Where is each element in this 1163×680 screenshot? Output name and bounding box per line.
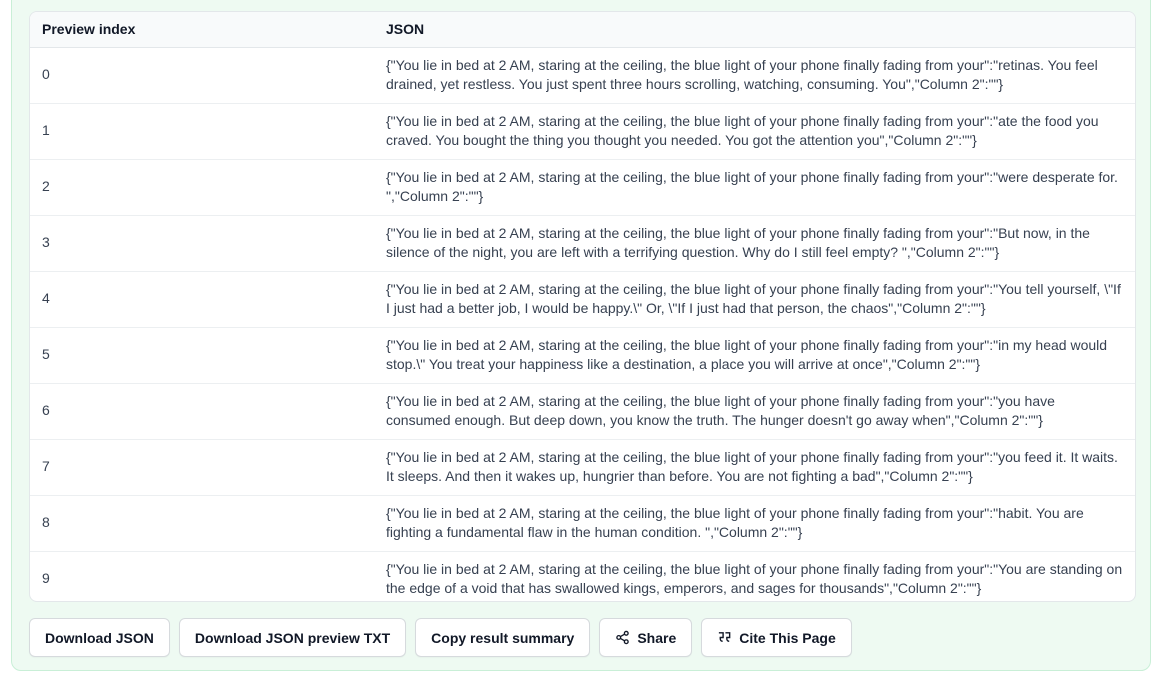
table-row: 1 {"You lie in bed at 2 AM, staring at th…: [30, 103, 1135, 159]
table-row: 0 {"You lie in bed at 2 AM, staring at th…: [30, 47, 1135, 103]
cell-json: {"You lie in bed at 2 AM, staring at the…: [386, 168, 1118, 205]
table-row: 5 {"You lie in bed at 2 AM, staring at th…: [30, 327, 1135, 383]
cell-preview-index: 8: [42, 514, 50, 531]
json-preview-table: Preview index JSON 0 {"You lie in bed at …: [30, 12, 1135, 601]
download-json-label: Download JSON: [45, 629, 154, 646]
cell-json: {"You lie in bed at 2 AM, staring at the…: [386, 504, 1084, 541]
copy-summary-label: Copy result summary: [431, 629, 575, 646]
cite-label: Cite This Page: [739, 629, 836, 646]
download-json-button[interactable]: Download JSON: [29, 618, 170, 657]
table-row: 3 {"You lie in bed at 2 AM, staring at th…: [30, 215, 1135, 271]
copy-result-summary-button[interactable]: Copy result summary: [415, 618, 591, 657]
column-header-json: JSON: [386, 21, 425, 38]
cell-preview-index: 4: [42, 290, 50, 307]
cell-json: {"You lie in bed at 2 AM, staring at the…: [386, 56, 1098, 93]
share-button[interactable]: Share: [599, 618, 693, 657]
quote-icon: [717, 630, 732, 645]
share-icon: [615, 630, 630, 645]
cell-json: {"You lie in bed at 2 AM, staring at the…: [386, 224, 1090, 261]
cell-preview-index: 9: [42, 570, 50, 587]
table-row: 2 {"You lie in bed at 2 AM, staring at th…: [30, 159, 1135, 215]
table-row: 4 {"You lie in bed at 2 AM, staring at th…: [30, 271, 1135, 327]
cell-preview-index: 3: [42, 234, 50, 251]
cell-json: {"You lie in bed at 2 AM, staring at the…: [386, 560, 1123, 597]
download-txt-label: Download JSON preview TXT: [194, 629, 391, 646]
cell-preview-index: 0: [42, 66, 50, 83]
cell-preview-index: 1: [42, 122, 50, 139]
column-header-preview-index: Preview index: [42, 21, 136, 38]
cell-preview-index: 7: [42, 458, 50, 475]
cell-json: {"You lie in bed at 2 AM, staring at the…: [386, 448, 1118, 485]
cell-json: {"You lie in bed at 2 AM, staring at the…: [386, 392, 1055, 429]
cell-json: {"You lie in bed at 2 AM, staring at the…: [386, 336, 1108, 373]
cell-preview-index: 5: [42, 346, 50, 363]
cell-preview-index: 2: [42, 178, 50, 195]
json-preview-table-container: Preview index JSON 0 {"You lie in bed at …: [29, 11, 1136, 602]
cite-this-page-button[interactable]: Cite This Page: [701, 618, 852, 657]
action-button-bar: Download JSON Download JSON preview TXT …: [29, 618, 852, 657]
table-row: 8 {"You lie in bed at 2 AM, staring at th…: [30, 495, 1135, 551]
table-row: 7 {"You lie in bed at 2 AM, staring at th…: [30, 439, 1135, 495]
download-json-preview-txt-button[interactable]: Download JSON preview TXT: [178, 618, 407, 657]
table-header-row: Preview index JSON: [30, 12, 1135, 47]
cell-json: {"You lie in bed at 2 AM, staring at the…: [386, 280, 1121, 317]
table-row: 6 {"You lie in bed at 2 AM, staring at th…: [30, 383, 1135, 439]
table-row: 9 {"You lie in bed at 2 AM, staring at th…: [30, 551, 1135, 601]
share-label: Share: [637, 629, 677, 646]
cell-preview-index: 6: [42, 402, 50, 419]
result-panel: Preview index JSON 0 {"You lie in bed at …: [11, 0, 1151, 671]
cell-json: {"You lie in bed at 2 AM, staring at the…: [386, 112, 1099, 149]
